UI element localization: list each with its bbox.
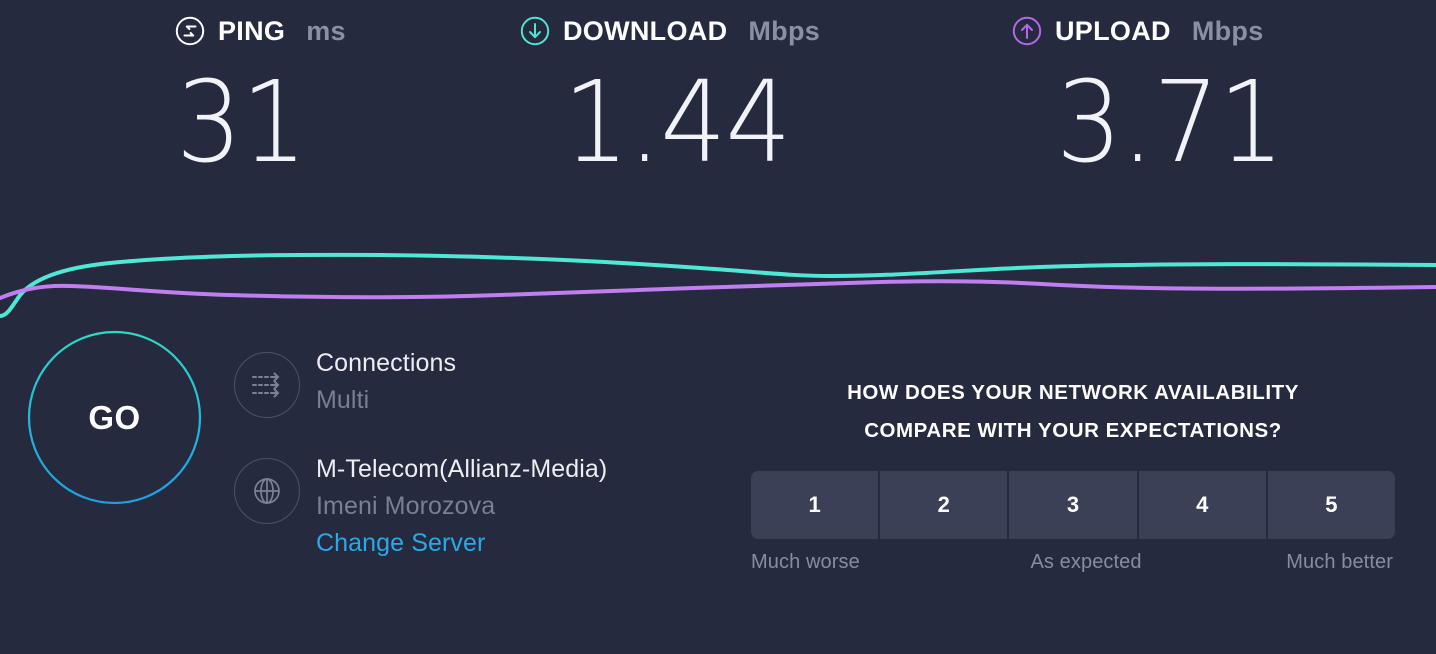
metric-download-unit: Mbps	[748, 15, 821, 46]
metric-download-title: DOWNLOAD	[563, 15, 728, 46]
connections-icon	[252, 372, 280, 398]
download-arrow-icon	[520, 16, 550, 46]
metric-upload-title: UPLOAD	[1055, 15, 1171, 46]
provider-location: Imeni Morozova	[316, 491, 496, 520]
survey-question: HOW DOES YOUR NETWORK AVAILABILITY COMPA…	[751, 374, 1395, 449]
network-survey: HOW DOES YOUR NETWORK AVAILABILITY COMPA…	[751, 374, 1395, 574]
rating-button-3[interactable]: 3	[1009, 471, 1137, 539]
go-button-label: GO	[88, 398, 141, 436]
metric-upload-header: UPLOAD Mbps	[1011, 0, 1284, 62]
rating-legend-high: Much better	[1286, 551, 1393, 573]
metric-ping-title: PING	[218, 15, 286, 46]
upload-curve	[0, 279, 1436, 300]
bottom-panel: GO Connections Multi M-Telecom(Allianz-M…	[0, 330, 1436, 654]
metric-download-value: 1.44	[563, 56, 792, 189]
connections-text: Connections Multi	[316, 348, 456, 416]
metric-upload: UPLOAD Mbps 3.71	[1011, 0, 1285, 178]
change-server-link[interactable]: Change Server	[316, 528, 485, 559]
rating-button-2[interactable]: 2	[880, 471, 1008, 539]
server-info: Connections Multi M-Telecom(Allianz-Medi…	[234, 348, 664, 559]
globe-icon	[254, 478, 280, 504]
globe-icon-wrap	[234, 458, 300, 524]
provider-name: M-Telecom(Allianz-Media)	[316, 455, 608, 483]
rating-legend-mid: As expected	[1030, 551, 1142, 573]
metric-ping-value: 31	[176, 56, 307, 189]
connections-icon-wrap	[234, 352, 300, 418]
survey-question-line2: COMPARE WITH YOUR EXPECTATIONS?	[864, 418, 1282, 442]
rating-group: 1 2 3 4 5	[751, 471, 1395, 539]
survey-question-line1: HOW DOES YOUR NETWORK AVAILABILITY	[847, 381, 1299, 404]
metric-upload-value: 3.71	[1056, 56, 1285, 189]
metric-download: DOWNLOAD Mbps 1.44	[519, 0, 820, 178]
metric-ping-unit: ms	[306, 15, 346, 46]
results-strip: PING ms 31 DOWNLOAD Mbps 1.44 UPLOAD Mbp…	[0, 0, 1436, 230]
connections-row[interactable]: Connections Multi	[234, 348, 664, 418]
rating-legend: Much worse As expected Much better	[751, 551, 1395, 574]
metric-download-header: DOWNLOAD Mbps	[519, 0, 820, 62]
rating-button-4[interactable]: 4	[1138, 471, 1266, 539]
go-button[interactable]: GO	[27, 330, 202, 505]
ping-icon	[175, 16, 205, 46]
provider-row[interactable]: M-Telecom(Allianz-Media) Imeni Morozova …	[234, 454, 664, 559]
metric-ping-header: PING ms	[174, 0, 346, 62]
metric-upload-unit: Mbps	[1191, 15, 1264, 46]
metric-ping: PING ms 31	[174, 0, 346, 178]
speed-graph	[0, 252, 1436, 318]
rating-button-5[interactable]: 5	[1267, 471, 1395, 539]
provider-text: M-Telecom(Allianz-Media) Imeni Morozova …	[316, 454, 607, 559]
rating-button-1[interactable]: 1	[751, 471, 879, 539]
connections-label: Connections	[316, 349, 457, 377]
rating-legend-low: Much worse	[751, 551, 860, 573]
upload-arrow-icon	[1012, 16, 1042, 46]
connections-value: Multi	[316, 385, 370, 414]
